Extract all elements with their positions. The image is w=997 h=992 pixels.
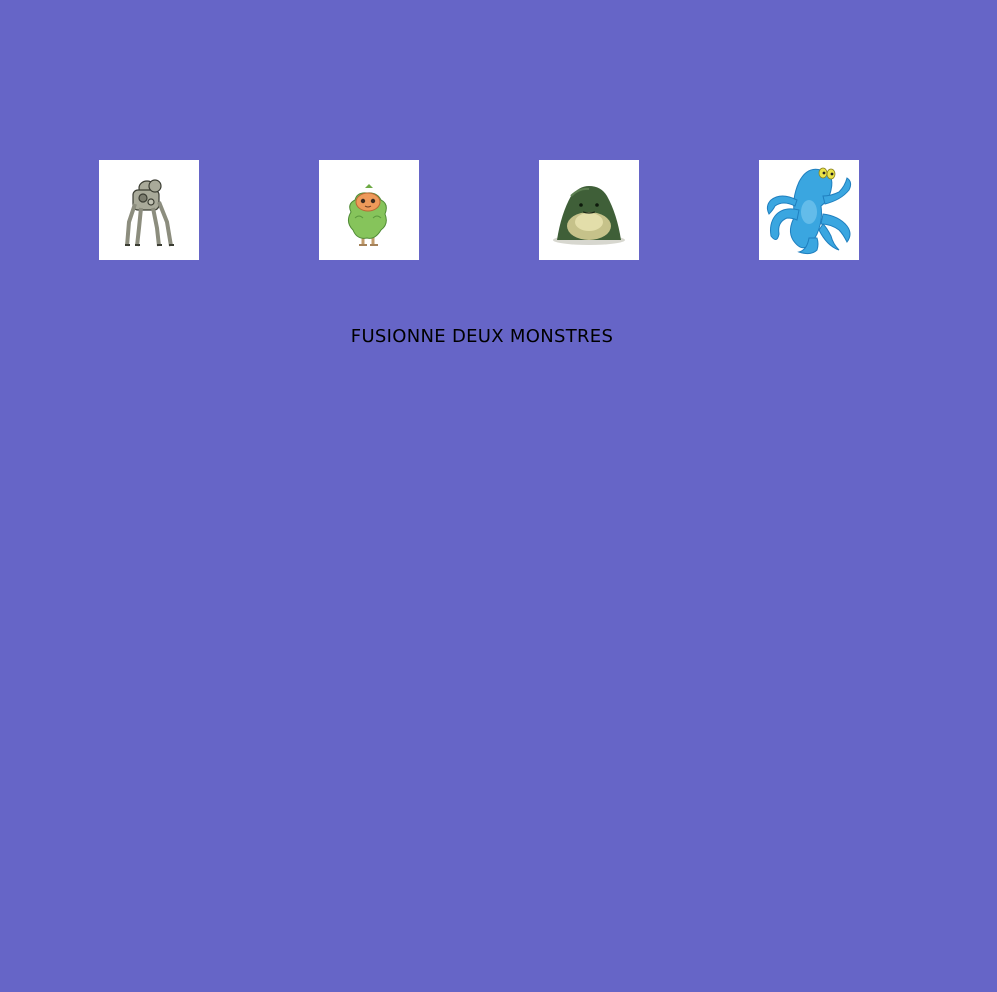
monster-card-octopus[interactable] bbox=[759, 160, 859, 260]
game-stage: FUSIONNE DEUX MONSTRES bbox=[0, 0, 997, 992]
blob-monster-icon bbox=[553, 186, 625, 245]
fuse-two-monsters-label[interactable]: FUSIONNE DEUX MONSTRES bbox=[0, 326, 964, 347]
octopus-monster-icon bbox=[766, 167, 852, 255]
monster-card-leafy[interactable] bbox=[319, 160, 419, 260]
leafy-monster-icon bbox=[347, 184, 387, 246]
monster-card-blob[interactable] bbox=[539, 160, 639, 260]
spider-robot-icon bbox=[125, 179, 174, 247]
monster-card-robot[interactable] bbox=[99, 160, 199, 260]
